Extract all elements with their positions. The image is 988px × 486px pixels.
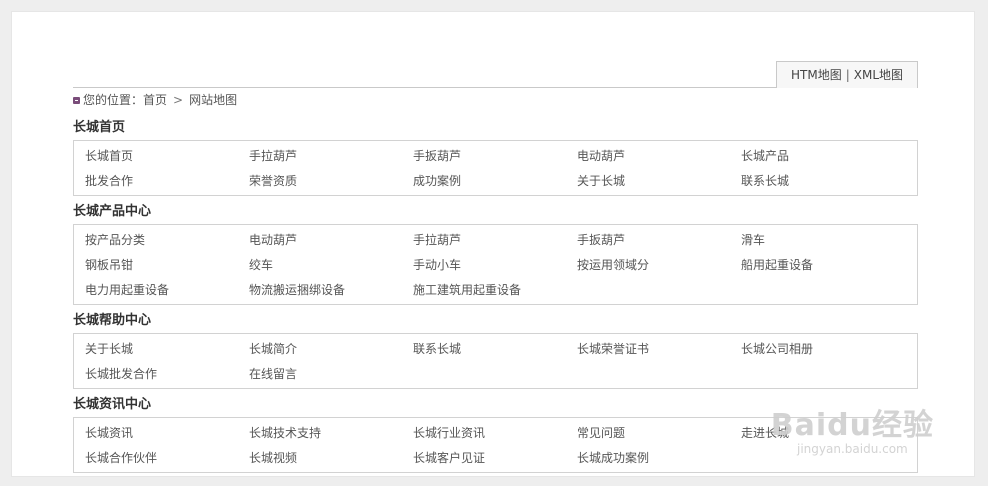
htm-map-link[interactable]: HTM地图 — [791, 68, 842, 82]
breadcrumb-prefix: 您的位置： — [83, 93, 144, 107]
sitemap-link[interactable]: 长城批发合作 — [85, 365, 249, 382]
sitemap-link[interactable]: 滑车 — [741, 231, 905, 248]
sitemap-link[interactable]: 联系长城 — [741, 172, 905, 189]
section-link-grid: 按产品分类 电动葫芦 手拉葫芦 手扳葫芦 滑车钢板吊钳 绞车 手动小车 按运用领域分 船用起重设… — [73, 224, 918, 305]
section-title: 长城产品中心 — [73, 204, 152, 219]
sitemap-link[interactable]: 长城资讯 — [85, 424, 249, 441]
sitemap-link[interactable]: 关于长城 — [577, 172, 741, 189]
sitemap-link[interactable]: 长城行业资讯 — [413, 424, 577, 441]
map-switch-separator: | — [845, 68, 850, 82]
sitemap-link[interactable]: 钢板吊钳 — [85, 256, 249, 273]
sitemap-link[interactable]: 长城合作伙伴 — [85, 449, 249, 466]
sitemap-link[interactable]: 长城首页 — [85, 147, 249, 164]
sitemap-link[interactable]: 批发合作 — [85, 172, 249, 189]
sitemap-link[interactable]: 在线留言 — [249, 365, 413, 382]
sitemap-link[interactable]: 按运用领域分 — [577, 256, 741, 273]
xml-map-link[interactable]: XML地图 — [854, 68, 903, 82]
watermark-sub: jingyan.baidu.com — [797, 442, 908, 456]
breadcrumb: 您的位置： 首页 > 网站地图 — [73, 88, 918, 112]
sitemap-link[interactable]: 电动葫芦 — [249, 231, 413, 248]
sitemap-link[interactable]: 施工建筑用起重设备 — [413, 281, 577, 298]
sitemap-link[interactable]: 手拉葫芦 — [249, 147, 413, 164]
sitemap-link[interactable]: 按产品分类 — [85, 231, 249, 248]
breadcrumb-home-link[interactable]: 首页 — [143, 88, 167, 112]
section-link-grid: 关于长城 长城简介 联系长城 长城荣誉证书 长城公司相册长城批发合作 在线留言 — [73, 333, 918, 389]
sitemap-link[interactable]: 船用起重设备 — [741, 256, 905, 273]
location-icon — [73, 96, 80, 104]
section-title: 长城首页 — [73, 120, 126, 135]
page-frame: HTM地图 | XML地图 您的位置： 首页 > 网站地图 长城首页 长城首页 手拉葫芦… — [11, 11, 975, 477]
sitemap-link[interactable]: 荣誉资质 — [249, 172, 413, 189]
section-title: 长城帮助中心 — [73, 313, 152, 328]
sitemap-link[interactable]: 长城客户见证 — [413, 449, 577, 466]
sitemap-link[interactable]: 成功案例 — [413, 172, 577, 189]
sitemap-link[interactable]: 手拉葫芦 — [413, 231, 577, 248]
watermark-main: Baidu经验 — [770, 408, 934, 443]
sitemap-link[interactable]: 长城视频 — [249, 449, 413, 466]
top-bar: HTM地图 | XML地图 — [73, 12, 918, 88]
sitemap-link[interactable]: 物流搬运捆绑设备 — [249, 281, 413, 298]
sitemap-link[interactable]: 电动葫芦 — [577, 147, 741, 164]
sitemap-link[interactable]: 长城技术支持 — [249, 424, 413, 441]
sitemap-link[interactable]: 手扳葫芦 — [577, 231, 741, 248]
sitemap-link[interactable]: 常见问题 — [577, 424, 741, 441]
breadcrumb-arrow: > — [173, 93, 184, 107]
sitemap-link[interactable]: 长城成功案例 — [577, 449, 741, 466]
sitemap-link[interactable]: 长城简介 — [249, 340, 413, 357]
sitemap-link[interactable]: 手动小车 — [413, 256, 577, 273]
sitemap-link[interactable]: 长城公司相册 — [741, 340, 905, 357]
baidu-jingyan-watermark: Baidu经验 jingyan.baidu.com — [771, 400, 934, 456]
sitemap-link[interactable]: 手扳葫芦 — [413, 147, 577, 164]
sitemap-link[interactable]: 长城荣誉证书 — [577, 340, 741, 357]
sitemap-link[interactable]: 绞车 — [249, 256, 413, 273]
sitemap-link[interactable]: 长城产品 — [741, 147, 905, 164]
sitemap-link[interactable]: 联系长城 — [413, 340, 577, 357]
sitemap-link[interactable]: 关于长城 — [85, 340, 249, 357]
map-type-switch: HTM地图 | XML地图 — [776, 61, 918, 88]
section-link-grid: 长城首页 手拉葫芦 手扳葫芦 电动葫芦 长城产品批发合作 荣誉资质 成功案例 关于长城 联系长城 — [73, 140, 918, 196]
sitemap-link[interactable]: 电力用起重设备 — [85, 281, 249, 298]
breadcrumb-current: 网站地图 — [189, 93, 238, 107]
